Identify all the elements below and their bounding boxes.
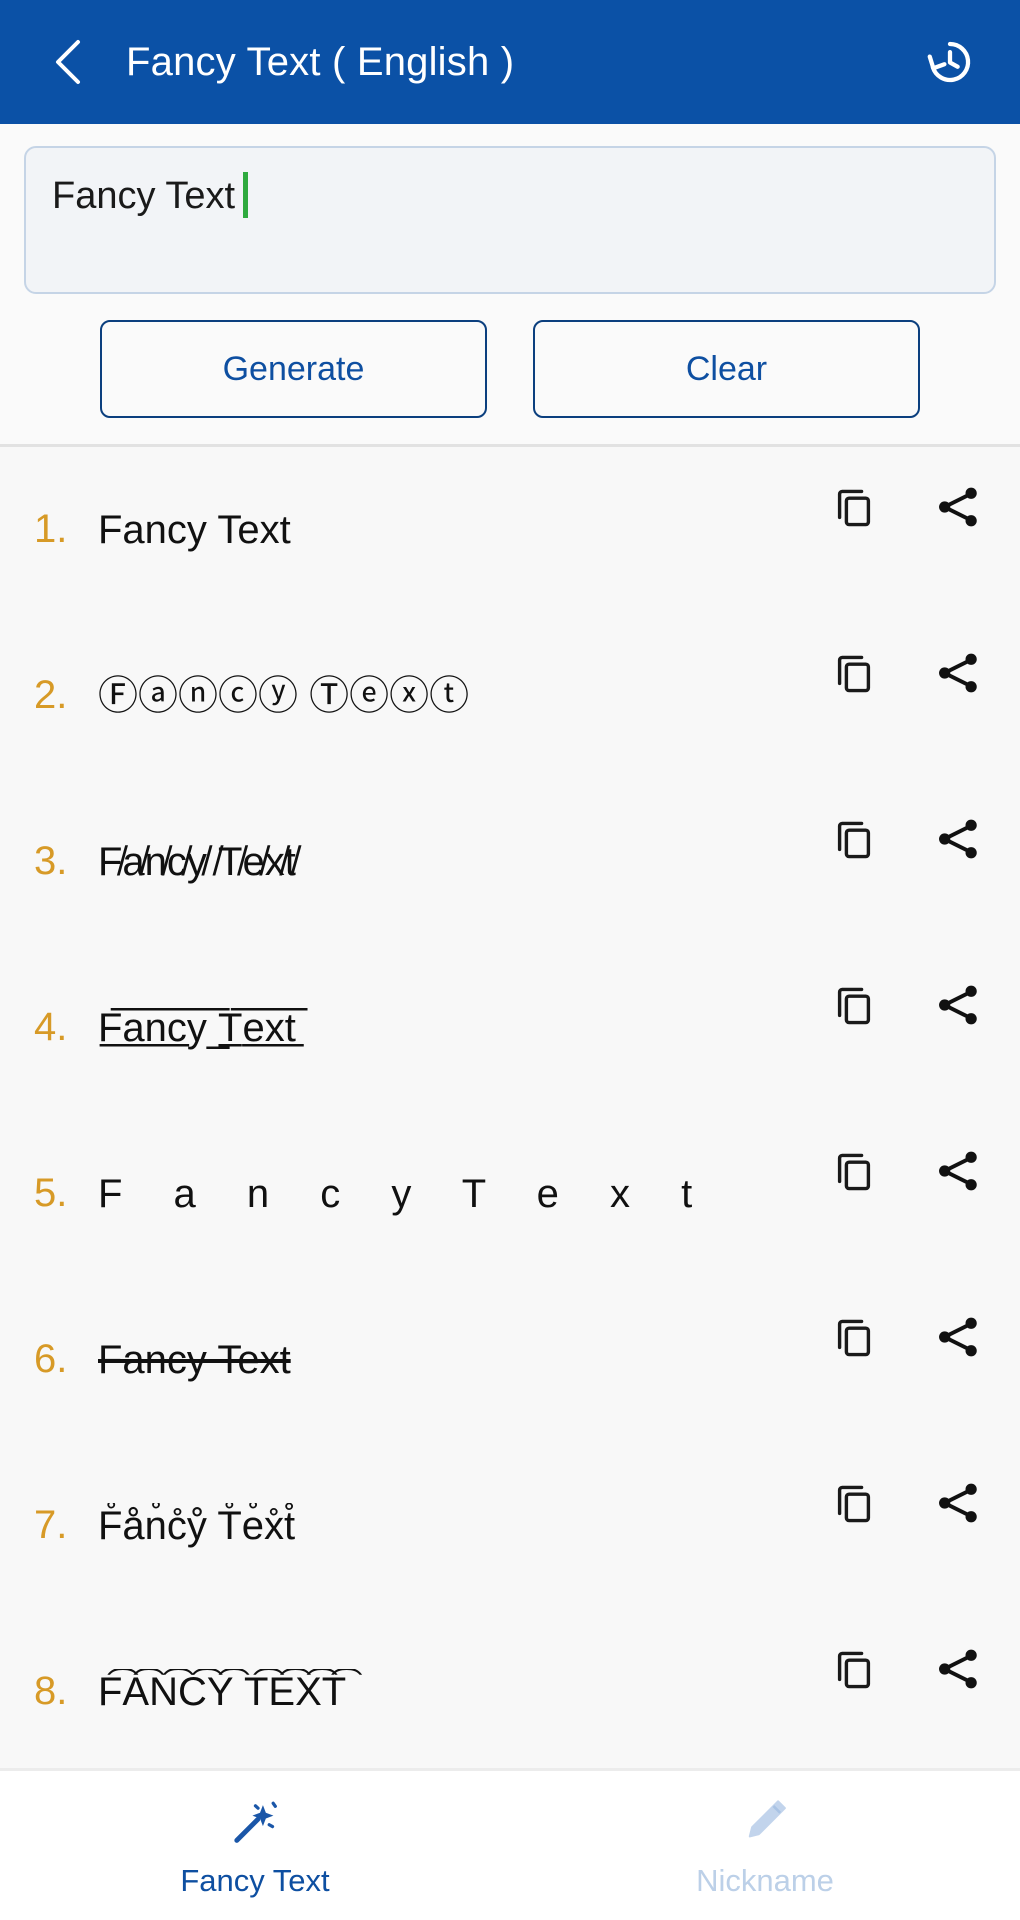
result-actions xyxy=(828,481,984,533)
result-index: 5. xyxy=(34,1171,68,1216)
history-icon xyxy=(927,41,971,83)
share-button[interactable] xyxy=(932,813,984,865)
copy-icon xyxy=(837,1319,871,1357)
copy-button[interactable] xyxy=(828,813,880,865)
generate-button[interactable]: Generate xyxy=(100,320,487,418)
result-actions xyxy=(828,1311,984,1363)
nav-tab-nickname-label: Nickname xyxy=(696,1862,834,1898)
text-input[interactable]: Fancy Text xyxy=(24,146,996,294)
result-row[interactable]: 6. Fancy Text xyxy=(0,1277,1020,1443)
result-actions xyxy=(828,1145,984,1197)
result-index: 8. xyxy=(34,1669,68,1714)
share-button[interactable] xyxy=(932,647,984,699)
copy-button[interactable] xyxy=(828,1145,880,1197)
share-icon xyxy=(939,1483,977,1523)
result-row[interactable]: 3. F̸a̸n̸c̸y̸ ̸T̸e̸x̸t̸ xyxy=(0,779,1020,945)
share-button[interactable] xyxy=(932,1477,984,1529)
result-actions xyxy=(828,979,984,1031)
result-row[interactable]: 4. F̲̅a̲̅n̲̅c̲̅y̲̅ ̲̅T̲̅e̲̅x̲̅t̲̅ xyxy=(0,945,1020,1111)
copy-button[interactable] xyxy=(828,1311,880,1363)
share-icon xyxy=(939,1649,977,1689)
history-button[interactable] xyxy=(918,30,982,94)
clear-button[interactable]: Clear xyxy=(533,320,920,418)
result-actions xyxy=(828,1643,984,1695)
nav-tab-fancy-text[interactable]: Fancy Text xyxy=(0,1771,510,1920)
copy-icon xyxy=(837,1651,871,1689)
result-index: 2. xyxy=(34,673,68,718)
copy-button[interactable] xyxy=(828,979,880,1031)
share-icon xyxy=(939,1317,977,1357)
chevron-left-icon xyxy=(56,40,80,84)
result-row[interactable]: 1. Fancy Text xyxy=(0,447,1020,613)
back-button[interactable] xyxy=(38,30,102,94)
share-button[interactable] xyxy=(932,979,984,1031)
copy-button[interactable] xyxy=(828,1643,880,1695)
result-actions xyxy=(828,813,984,865)
result-index: 4. xyxy=(34,1005,68,1050)
copy-button[interactable] xyxy=(828,1477,880,1529)
result-index: 3. xyxy=(34,839,68,884)
text-input-value: Fancy Text xyxy=(52,175,236,218)
result-row[interactable]: 7. F̊ån̊c̊ẙ T̊e̊x̊t̊ xyxy=(0,1443,1020,1609)
copy-icon xyxy=(837,1485,871,1523)
pencil-icon xyxy=(748,1799,786,1837)
result-row[interactable]: 5. F a n c y T e x t xyxy=(0,1111,1020,1277)
share-icon xyxy=(939,487,977,527)
result-index: 1. xyxy=(34,507,68,552)
app-root: Fancy Text ( English ) Fancy Text Genera… xyxy=(0,0,1020,1920)
result-actions xyxy=(828,647,984,699)
copy-icon xyxy=(837,489,871,527)
copy-icon xyxy=(837,1153,871,1191)
share-button[interactable] xyxy=(932,1311,984,1363)
result-index: 6. xyxy=(34,1337,68,1382)
copy-icon xyxy=(837,821,871,859)
share-button[interactable] xyxy=(932,481,984,533)
result-row[interactable]: 8. F͡A͡N͡C͡Y͡ T͡E͡X͡T͡ xyxy=(0,1609,1020,1768)
share-icon xyxy=(939,653,977,693)
bottom-navigation: Fancy Text Nickname xyxy=(0,1768,1020,1920)
copy-icon xyxy=(837,987,871,1025)
text-cursor xyxy=(243,172,249,218)
result-row[interactable]: 2. Ⓕⓐⓝⓒⓨ Ⓣⓔⓧⓣ xyxy=(0,613,1020,779)
share-icon xyxy=(939,1151,977,1191)
nav-tab-nickname[interactable]: Nickname xyxy=(510,1771,1020,1920)
share-button[interactable] xyxy=(932,1145,984,1197)
results-list: 1. Fancy Text 2. Ⓕⓐⓝⓒⓨ Ⓣⓔⓧⓣ 3. F̸a̸n̸c̸y̸ ̸T̸… xyxy=(0,446,1020,1768)
input-panel: Fancy Text Generate Clear xyxy=(0,124,1020,444)
share-button[interactable] xyxy=(932,1643,984,1695)
page-title: Fancy Text ( English ) xyxy=(126,39,515,84)
share-icon xyxy=(939,819,977,859)
result-index: 7. xyxy=(34,1503,68,1548)
copy-button[interactable] xyxy=(828,481,880,533)
nav-tab-fancy-text-label: Fancy Text xyxy=(180,1862,330,1898)
share-icon xyxy=(939,985,977,1025)
result-actions xyxy=(828,1477,984,1529)
magic-wand-icon xyxy=(234,1801,277,1843)
app-bar: Fancy Text ( English ) xyxy=(0,0,1020,124)
action-button-row: Generate Clear xyxy=(24,320,996,418)
copy-button[interactable] xyxy=(828,647,880,699)
copy-icon xyxy=(837,655,871,693)
